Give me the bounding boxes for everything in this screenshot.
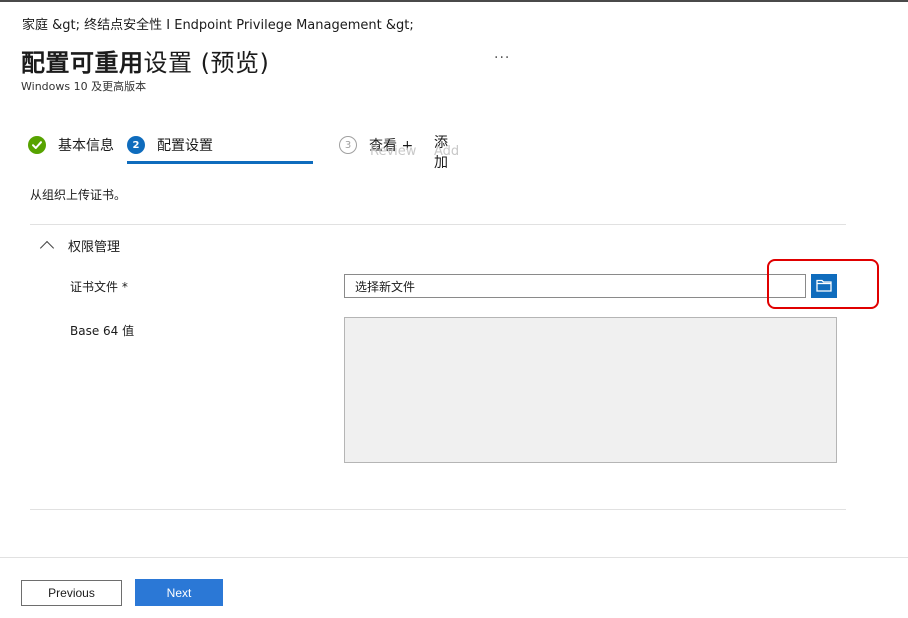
step-configuration-label: 配置设置: [157, 138, 213, 154]
top-border: [0, 0, 908, 2]
page-subtitle: Windows 10 及更高版本: [21, 80, 147, 93]
page-title: 配置可重用设置 (预览): [21, 43, 269, 78]
step-number-2: 2: [127, 136, 145, 154]
intro-text: 从组织上传证书。: [30, 188, 127, 202]
breadcrumb[interactable]: 家庭 &gt; 终结点安全性 I Endpoint Privilege Mana…: [22, 14, 414, 33]
footer-divider: [0, 557, 908, 558]
active-step-underline: [127, 161, 313, 164]
chevron-up-icon: [39, 240, 55, 256]
next-button[interactable]: Next: [135, 579, 223, 606]
page-title-rest: 设置 (预览): [143, 49, 270, 77]
section-divider-bottom: [30, 509, 846, 510]
page-title-bold: 配置可重用: [21, 49, 144, 77]
section-divider-top: [30, 224, 846, 225]
base64-value-field[interactable]: [344, 317, 837, 463]
step-basics[interactable]: 基本信息: [28, 130, 114, 160]
previous-button[interactable]: Previous: [21, 580, 122, 606]
highlight-annotation: [767, 259, 879, 309]
step-add-label: 添加: [434, 135, 448, 171]
step-review-ghost-text: Review: [370, 144, 417, 159]
step-basics-label: 基本信息: [58, 138, 114, 154]
base64-label: Base 64 值: [70, 324, 135, 338]
section-label: 权限管理: [68, 240, 121, 255]
step-configuration[interactable]: 2 配置设置: [127, 130, 213, 160]
section-permission-management[interactable]: 权限管理: [39, 236, 121, 256]
cert-file-label: 证书文件 *: [70, 280, 128, 294]
cert-file-input[interactable]: [344, 274, 806, 298]
checkmark-icon: [28, 136, 46, 154]
more-options-icon[interactable]: ···: [494, 50, 510, 66]
step-number-3: 3: [339, 136, 357, 154]
